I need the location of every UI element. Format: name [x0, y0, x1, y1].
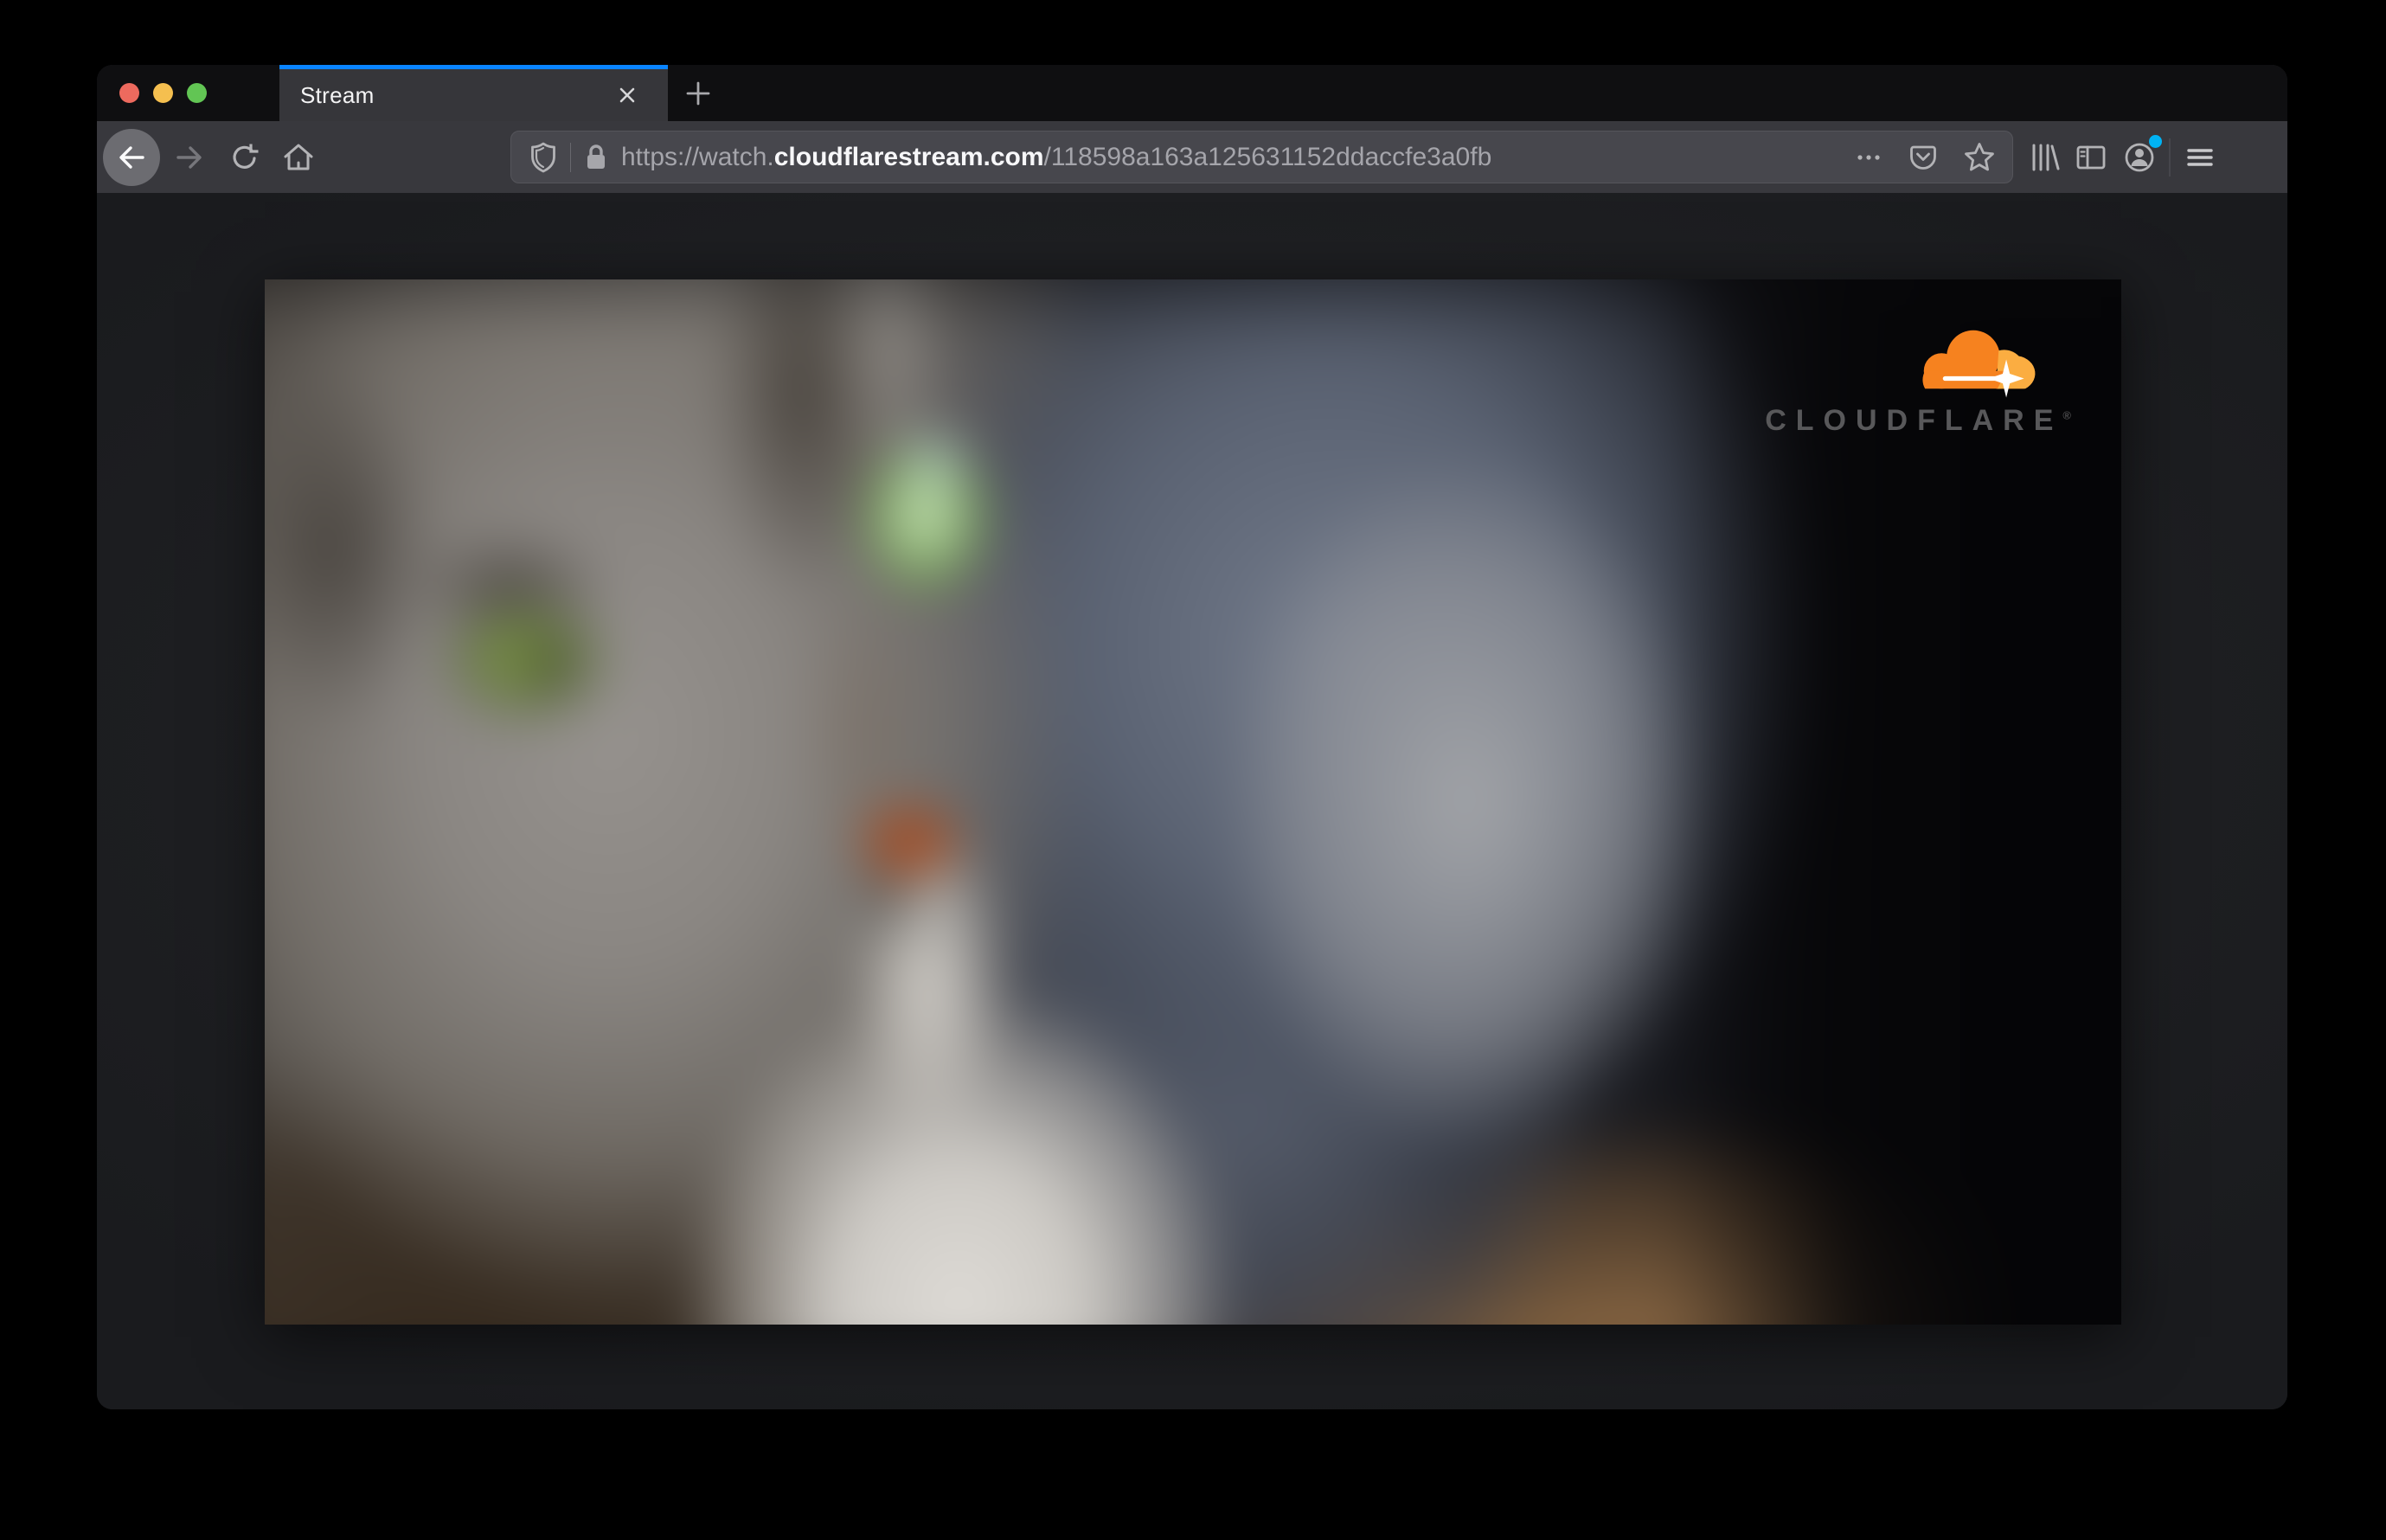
reload-button[interactable]: [228, 140, 262, 175]
cloudflare-cloud-icon: [1922, 330, 2036, 398]
trademark-symbol: ®: [2062, 408, 2071, 422]
window-controls: [97, 65, 279, 121]
video-player[interactable]: CLOUDFLARE®: [265, 279, 2121, 1325]
navigation-toolbar: https://watch.cloudflarestream.com/11859…: [97, 121, 2287, 193]
url-domain: cloudflarestream.com: [773, 142, 1044, 171]
back-icon: [119, 145, 144, 169]
forward-icon: [176, 145, 202, 169]
plus-icon: [686, 81, 710, 105]
url-bar-divider: [570, 142, 571, 172]
home-icon: [284, 144, 313, 170]
bookmark-star-icon[interactable]: [1962, 140, 1997, 175]
url-prefix: https://watch.: [621, 142, 774, 171]
pocket-icon[interactable]: [1907, 141, 1940, 174]
reload-icon: [233, 144, 259, 169]
url-text: https://watch.cloudflarestream.com/11859…: [621, 143, 1853, 172]
tracking-protection-shield-icon[interactable]: [529, 141, 558, 174]
url-bar[interactable]: https://watch.cloudflarestream.com/11859…: [510, 131, 2013, 183]
url-path: /118598a163a125631152ddaccfe3a0fb: [1043, 142, 1492, 171]
url-bar-actions: [1853, 140, 1997, 175]
tab-stream[interactable]: Stream: [279, 65, 668, 121]
account-notification-dot: [2149, 134, 2162, 148]
account-button[interactable]: [2120, 134, 2162, 176]
hamburger-menu-icon[interactable]: [2182, 139, 2218, 176]
toolbar-divider: [2169, 138, 2171, 176]
back-button[interactable]: [103, 128, 160, 186]
library-icon[interactable]: [2026, 139, 2062, 176]
browser-window: Stream https://watch.cloudflarestream.co…: [97, 65, 2287, 1409]
close-window-button[interactable]: [119, 83, 139, 103]
close-icon[interactable]: [613, 80, 642, 110]
tab-bar: Stream: [97, 65, 2287, 121]
home-button[interactable]: [280, 139, 317, 176]
sidebar-icon[interactable]: [2073, 139, 2109, 176]
page-actions-ellipsis-icon[interactable]: [1853, 142, 1884, 173]
tab-title: Stream: [300, 81, 375, 108]
lock-icon[interactable]: [583, 142, 609, 173]
new-tab-button[interactable]: [668, 65, 728, 121]
zoom-window-button[interactable]: [187, 83, 207, 103]
page-content: CLOUDFLARE®: [97, 193, 2287, 1409]
cloudflare-wordmark: CLOUDFLARE®: [1765, 404, 2071, 437]
cloudflare-watermark: CLOUDFLARE®: [1765, 323, 2071, 438]
forward-button[interactable]: [172, 140, 207, 175]
minimize-window-button[interactable]: [153, 83, 173, 103]
